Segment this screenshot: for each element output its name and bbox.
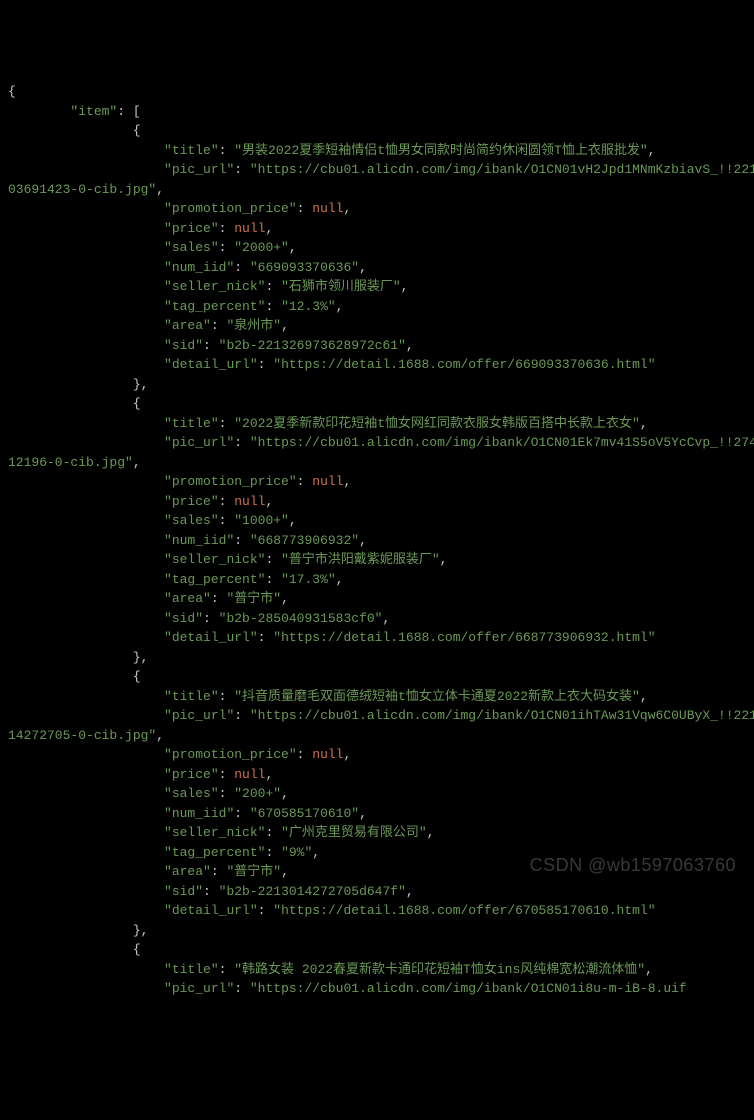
watermark: CSDN @wb1597063760 [530,852,736,879]
